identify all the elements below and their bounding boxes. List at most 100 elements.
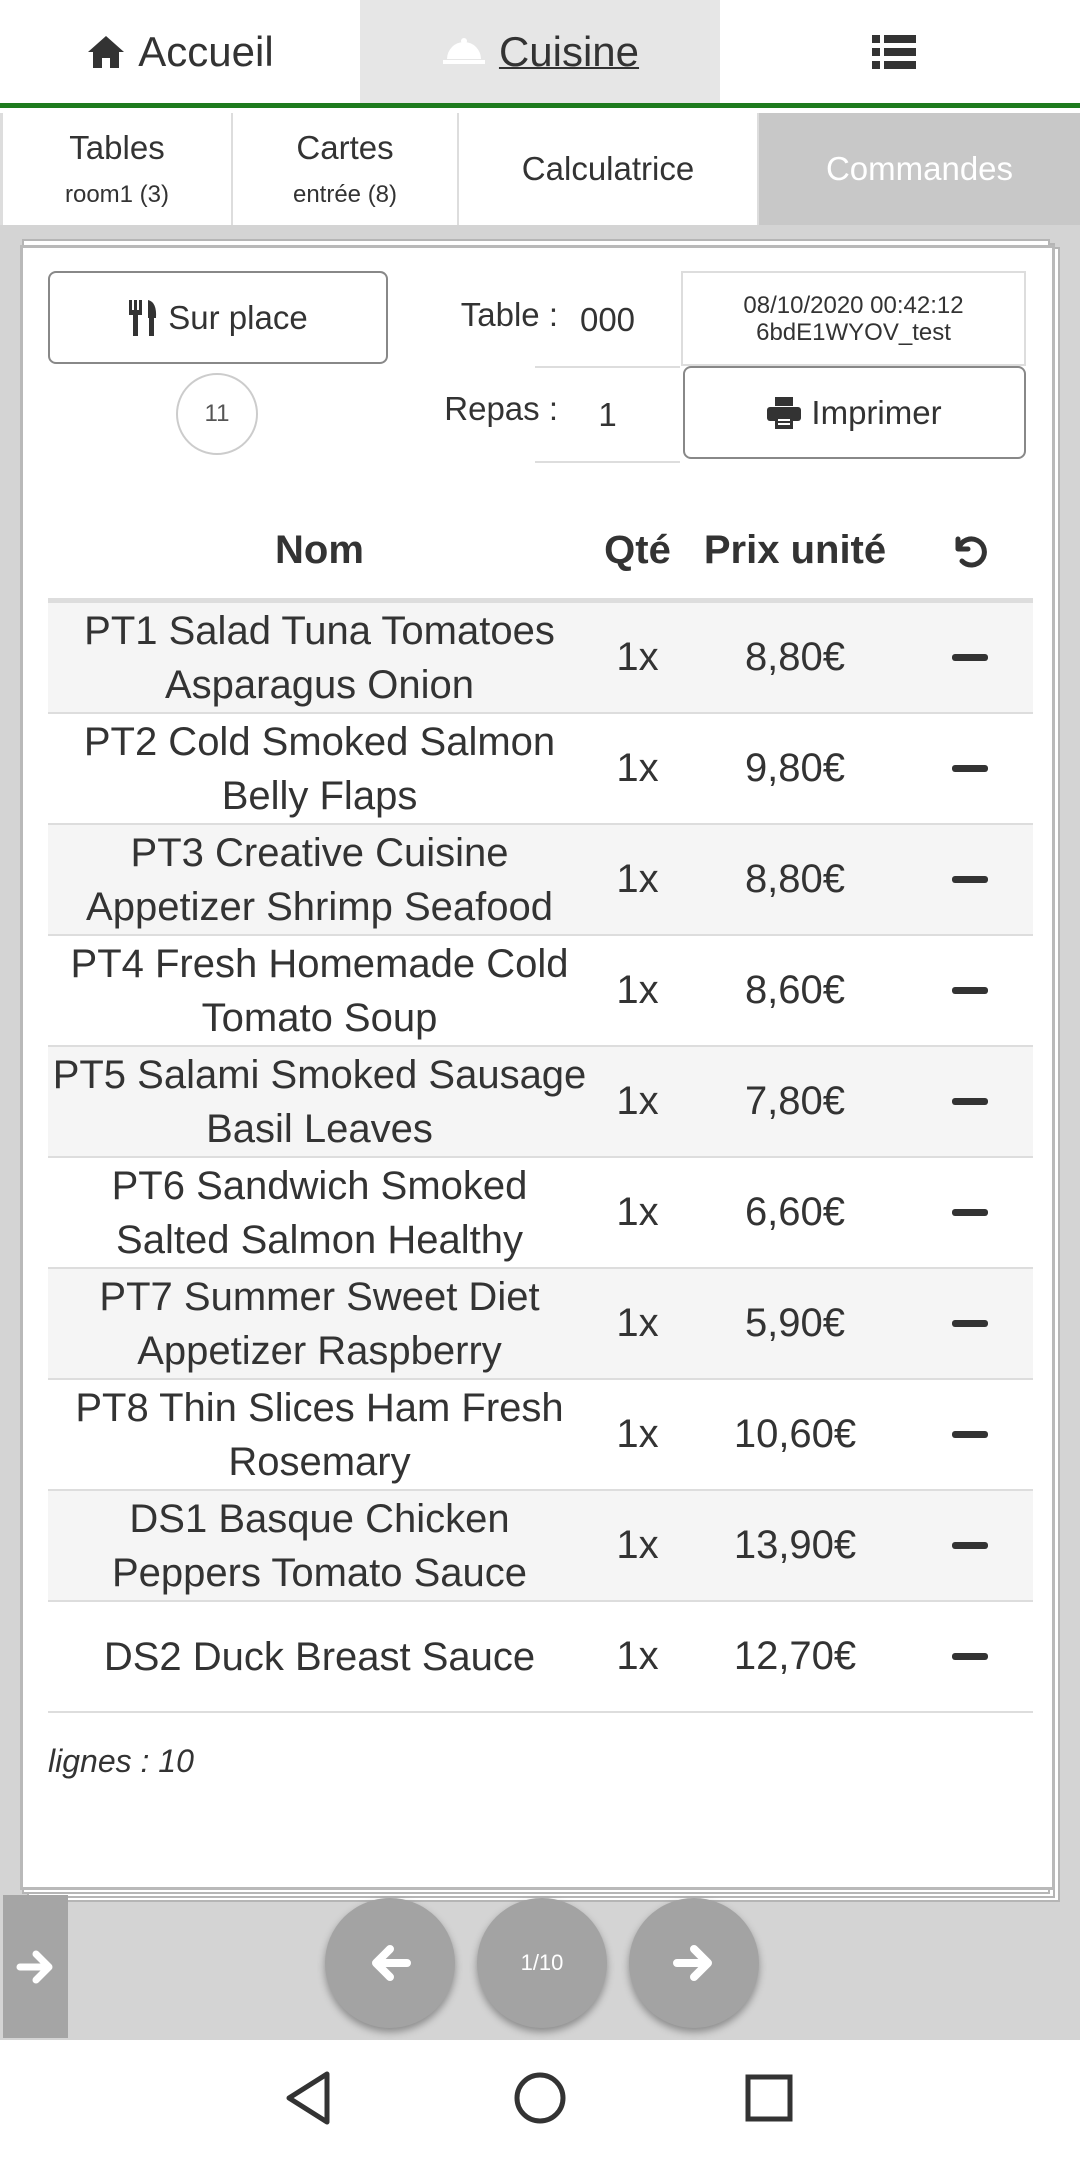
remove-item-button[interactable] [906,1209,1033,1216]
minus-icon [951,1431,988,1438]
item-name: DS2 Duck Breast Sauce [103,1634,536,1679]
arrow-right-icon [16,1950,52,1983]
item-price: 7,80€ [744,1079,846,1123]
tab-cartes[interactable]: Cartes entrée (8) [233,113,459,225]
table-row: PT1 Salad Tuna Tomatoes Asparagus Onion … [48,603,1033,714]
tab-calculatrice[interactable]: Calculatrice [459,113,759,225]
page-indicator: 1/10 [477,1898,607,2028]
table-row: PT3 Creative Cuisine Appetizer Shrimp Se… [48,825,1033,936]
nav-home-label: Accueil [138,27,274,75]
next-page-button[interactable] [629,1898,759,2028]
item-qty: 1x [616,1190,659,1234]
order-card: Sur place 11 Table : 000 Repas : 1 08/10… [20,245,1055,1890]
table-number-field[interactable]: 000 [535,273,680,368]
remove-item-button[interactable] [906,1542,1033,1549]
table-row: PT4 Fresh Homemade Cold Tomato Soup 1x 8… [48,936,1033,1047]
remove-item-button[interactable] [906,1653,1033,1660]
remove-item-button[interactable] [906,1431,1033,1438]
order-info-box: 08/10/2020 00:42:12 6bdE1WYOV_test [681,271,1026,366]
remove-item-button[interactable] [906,654,1033,661]
arrow-left-icon [372,1945,411,1981]
serving-dish-icon [442,37,485,64]
item-qty: 1x [616,746,659,790]
item-price: 9,80€ [744,746,846,790]
item-qty: 1x [616,968,659,1012]
table-row: PT6 Sandwich Smoked Salted Salmon Health… [48,1158,1033,1269]
system-nav-bar [0,2040,1080,2160]
tab-tables-sub: room1 (3) [64,181,170,208]
table-row: PT5 Salami Smoked Sausage Basil Leaves 1… [48,1047,1033,1158]
remove-item-button[interactable] [906,765,1033,772]
table-row: DS1 Basque Chicken Peppers Tomato Sauce … [48,1491,1033,1602]
order-id: 6bdE1WYOV_test [756,318,951,346]
item-qty: 1x [616,1523,659,1567]
tab-cartes-sub: entrée (8) [292,181,398,208]
repas-number-field[interactable]: 1 [535,368,680,463]
sur-place-button[interactable]: Sur place [48,271,388,364]
print-icon [767,396,802,429]
item-qty: 1x [616,1079,659,1123]
minus-icon [951,987,988,994]
table-row: PT2 Cold Smoked Salmon Belly Flaps 1x 9,… [48,714,1033,825]
minus-icon [951,1098,988,1105]
item-price: 13,90€ [733,1523,857,1567]
reset-button[interactable] [906,531,1033,571]
list-icon [872,34,916,69]
minus-icon [951,1209,988,1216]
item-qty: 1x [616,635,659,679]
previous-page-button[interactable] [325,1898,455,2028]
tab-commandes[interactable]: Commandes [759,113,1080,225]
header-prix: Prix unité [703,528,887,572]
minus-icon [951,765,988,772]
print-button[interactable]: Imprimer [683,366,1026,459]
header-nom: Nom [275,528,364,572]
tab-tables[interactable]: Tables room1 (3) [3,113,233,225]
remove-item-button[interactable] [906,876,1033,883]
content-area: Sur place 11 Table : 000 Repas : 1 08/10… [0,225,1080,2040]
tab-tables-title: Tables [69,129,165,166]
item-price: 8,60€ [744,968,846,1012]
side-panel-toggle[interactable] [3,1895,68,2038]
table-header: Nom Qté Prix unité [48,503,1033,603]
line-count: lignes : 10 [48,1743,194,1779]
item-name: DS1 Basque Chicken Peppers Tomato Sauce [111,1496,528,1595]
order-table: Nom Qté Prix unité PT1 Salad Tuna Tomato… [48,503,1033,1713]
item-qty: 1x [616,857,659,901]
system-home-button[interactable] [512,2070,568,2131]
nav-cuisine-label: Cuisine [498,27,640,75]
item-name: PT4 Fresh Homemade Cold Tomato Soup [70,941,569,1040]
minus-icon [951,876,988,883]
remove-item-button[interactable] [906,987,1033,994]
sub-tabs: Tables room1 (3) Cartes entrée (8) Calcu… [0,113,1080,225]
nav-cuisine[interactable]: Cuisine [360,0,720,103]
item-price: 5,90€ [744,1301,846,1345]
item-price: 12,70€ [733,1634,857,1678]
item-qty: 1x [616,1412,659,1456]
home-icon [88,35,125,68]
system-recents-button[interactable] [744,2070,794,2131]
guest-count-badge: 11 [176,373,258,455]
system-back-button[interactable] [283,2070,333,2131]
arrow-right-icon [673,1945,712,1981]
item-price: 10,60€ [733,1412,857,1456]
minus-icon [951,1653,988,1660]
nav-home[interactable]: Accueil [0,0,360,103]
item-price: 6,60€ [744,1190,846,1234]
item-name: PT1 Salad Tuna Tomatoes Asparagus Onion [84,608,555,707]
item-price: 8,80€ [744,857,846,901]
minus-icon [951,654,988,661]
item-name: PT8 Thin Slices Ham Fresh Rosemary [75,1385,564,1484]
remove-item-button[interactable] [906,1320,1033,1327]
table-row: PT8 Thin Slices Ham Fresh Rosemary 1x 10… [48,1380,1033,1491]
undo-icon [955,536,987,567]
recents-square-icon [745,2074,793,2122]
print-label: Imprimer [811,393,942,431]
minus-icon [951,1320,988,1327]
table-row: PT7 Summer Sweet Diet Appetizer Raspberr… [48,1269,1033,1380]
remove-item-button[interactable] [906,1098,1033,1105]
top-nav: Accueil Cuisine [0,0,1080,108]
nav-list-menu[interactable] [720,0,1080,103]
tab-commandes-label: Commandes [825,150,1014,187]
item-name: PT6 Sandwich Smoked Salted Salmon Health… [111,1163,528,1262]
minus-icon [951,1542,988,1549]
